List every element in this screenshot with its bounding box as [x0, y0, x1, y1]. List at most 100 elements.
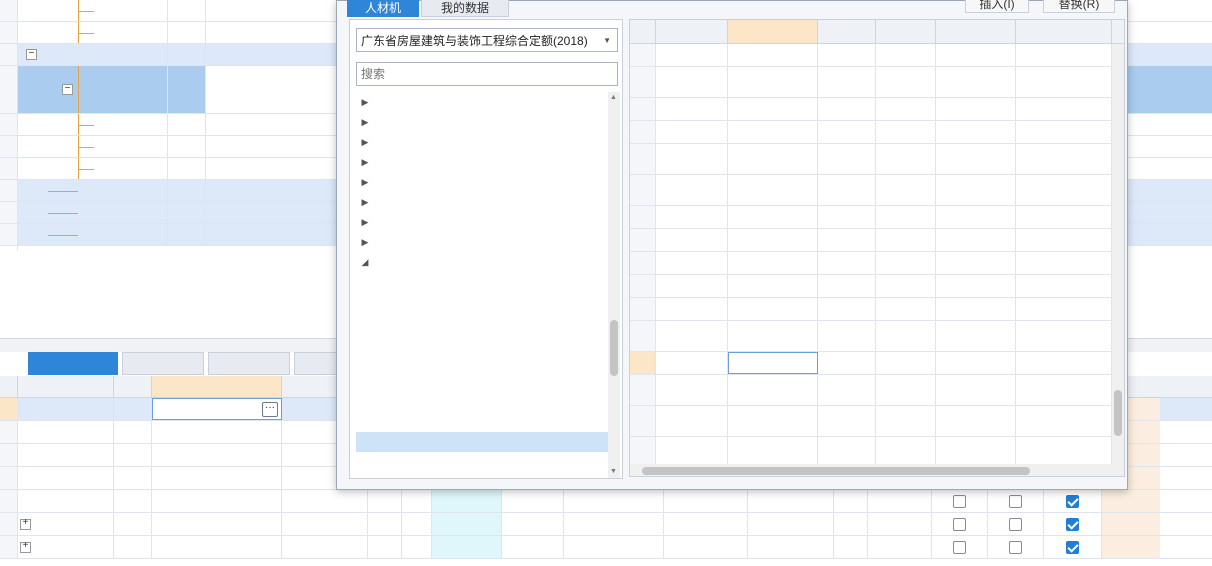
tree-item[interactable]: ▶ [356, 132, 608, 152]
tree-item[interactable] [356, 352, 608, 372]
material-row[interactable] [630, 252, 1114, 275]
code-cell[interactable] [18, 421, 114, 443]
code-cell[interactable] [18, 224, 168, 245]
checkbox[interactable] [953, 494, 966, 508]
insert-button[interactable]: 插入(I) [965, 0, 1029, 13]
name-cell[interactable] [728, 175, 818, 205]
name-cell[interactable] [728, 206, 818, 228]
material-row[interactable] [630, 375, 1114, 406]
name-cell[interactable] [152, 536, 282, 558]
checkbox[interactable] [953, 517, 966, 531]
grid-scrollbar-thumb[interactable] [1114, 390, 1122, 436]
material-row[interactable] [630, 144, 1114, 175]
checkbox-checked[interactable] [1066, 517, 1079, 531]
material-row[interactable] [630, 206, 1114, 229]
checkbox[interactable] [1009, 517, 1022, 531]
code-cell[interactable] [656, 175, 728, 205]
search-box[interactable] [356, 62, 618, 86]
name-cell[interactable]: ··· [152, 398, 282, 420]
bottom-tab-1[interactable] [122, 352, 204, 375]
name-cell[interactable] [728, 144, 818, 174]
material-row[interactable] [630, 98, 1114, 121]
tree-item[interactable]: ▶ [356, 92, 608, 112]
tab-materials[interactable]: 人材机 [347, 0, 419, 17]
resource-row[interactable]: + [0, 536, 1212, 559]
quota-select[interactable]: 广东省房屋建筑与装饰工程综合定额(2018) ▼ [356, 28, 618, 52]
tree-item[interactable] [356, 312, 608, 332]
tree-item[interactable]: ▶ [356, 172, 608, 192]
tree-item[interactable]: ▶ [356, 192, 608, 212]
checkbox-checked[interactable] [1066, 494, 1079, 508]
name-cell[interactable] [728, 98, 818, 120]
tree-item[interactable] [356, 412, 608, 432]
code-cell[interactable]: + [18, 513, 114, 535]
resource-row[interactable] [0, 490, 1212, 513]
tree-arrow-icon[interactable]: ▶ [356, 137, 374, 148]
name-cell[interactable] [728, 252, 818, 274]
name-cell[interactable] [206, 114, 338, 135]
code-cell[interactable] [18, 398, 114, 420]
search-input[interactable] [361, 67, 601, 81]
collapse-icon[interactable]: − [26, 49, 37, 60]
expand-icon[interactable]: + [20, 541, 31, 553]
name-cell[interactable] [152, 490, 282, 512]
checkbox[interactable] [1009, 540, 1022, 554]
bottom-tab-2[interactable] [208, 352, 290, 375]
checkbox-checked[interactable] [1066, 540, 1079, 554]
name-cell[interactable] [728, 44, 818, 66]
tab-my-data[interactable]: 我的数据 [421, 0, 509, 17]
code-cell[interactable] [656, 144, 728, 174]
tree-item[interactable] [356, 292, 608, 312]
code-cell[interactable] [656, 252, 728, 274]
code-cell[interactable] [656, 67, 728, 97]
name-cell[interactable] [728, 375, 818, 405]
code-cell[interactable] [18, 444, 114, 466]
code-cell[interactable] [656, 206, 728, 228]
tree-item[interactable]: ▶ [356, 112, 608, 132]
code-cell[interactable] [18, 202, 168, 223]
name-cell[interactable] [206, 66, 338, 113]
code-cell[interactable] [656, 298, 728, 320]
name-cell[interactable] [206, 0, 338, 21]
code-cell[interactable] [18, 22, 168, 43]
code-cell[interactable] [18, 467, 114, 489]
tree-arrow-icon[interactable]: ▶ [356, 237, 374, 248]
code-cell[interactable] [656, 44, 728, 66]
tree-item[interactable]: ◢ [356, 252, 608, 272]
material-row[interactable] [630, 321, 1114, 352]
resource-row[interactable]: + [0, 513, 1212, 536]
scroll-up-icon[interactable]: ▲ [610, 94, 617, 101]
material-row[interactable] [630, 67, 1114, 98]
tree-item[interactable] [356, 332, 608, 352]
material-row[interactable] [630, 44, 1114, 67]
tree-scrollbar-thumb[interactable] [610, 320, 618, 376]
material-row[interactable] [630, 352, 1114, 375]
name-cell[interactable] [728, 298, 818, 320]
name-cell[interactable] [152, 421, 282, 443]
code-cell[interactable] [656, 121, 728, 143]
checkbox[interactable] [1009, 494, 1022, 508]
more-icon[interactable]: ··· [262, 402, 278, 417]
code-cell[interactable] [656, 406, 728, 436]
code-cell[interactable]: + [18, 536, 114, 558]
code-cell[interactable] [656, 352, 728, 374]
name-cell[interactable] [728, 352, 818, 374]
code-cell[interactable] [18, 136, 168, 157]
collapse-icon[interactable]: − [62, 84, 73, 95]
checkbox[interactable] [953, 540, 966, 554]
tree-item[interactable]: ▶ [356, 212, 608, 232]
tree-arrow-icon[interactable]: ▶ [356, 177, 374, 188]
material-row[interactable] [630, 298, 1114, 321]
name-cell[interactable] [152, 513, 282, 535]
tree-item[interactable] [356, 432, 608, 452]
tree-arrow-icon[interactable]: ▶ [356, 157, 374, 168]
name-cell[interactable] [206, 202, 338, 223]
code-cell[interactable] [18, 0, 168, 21]
tree-arrow-icon[interactable]: ▶ [356, 217, 374, 228]
material-row[interactable] [630, 437, 1114, 464]
tree-scrollbar[interactable]: ▲ ▼ [608, 92, 620, 478]
code-cell[interactable]: − [18, 44, 168, 65]
material-row[interactable] [630, 121, 1114, 144]
grid-scrollbar[interactable] [1112, 44, 1124, 464]
name-cell[interactable] [206, 180, 338, 201]
